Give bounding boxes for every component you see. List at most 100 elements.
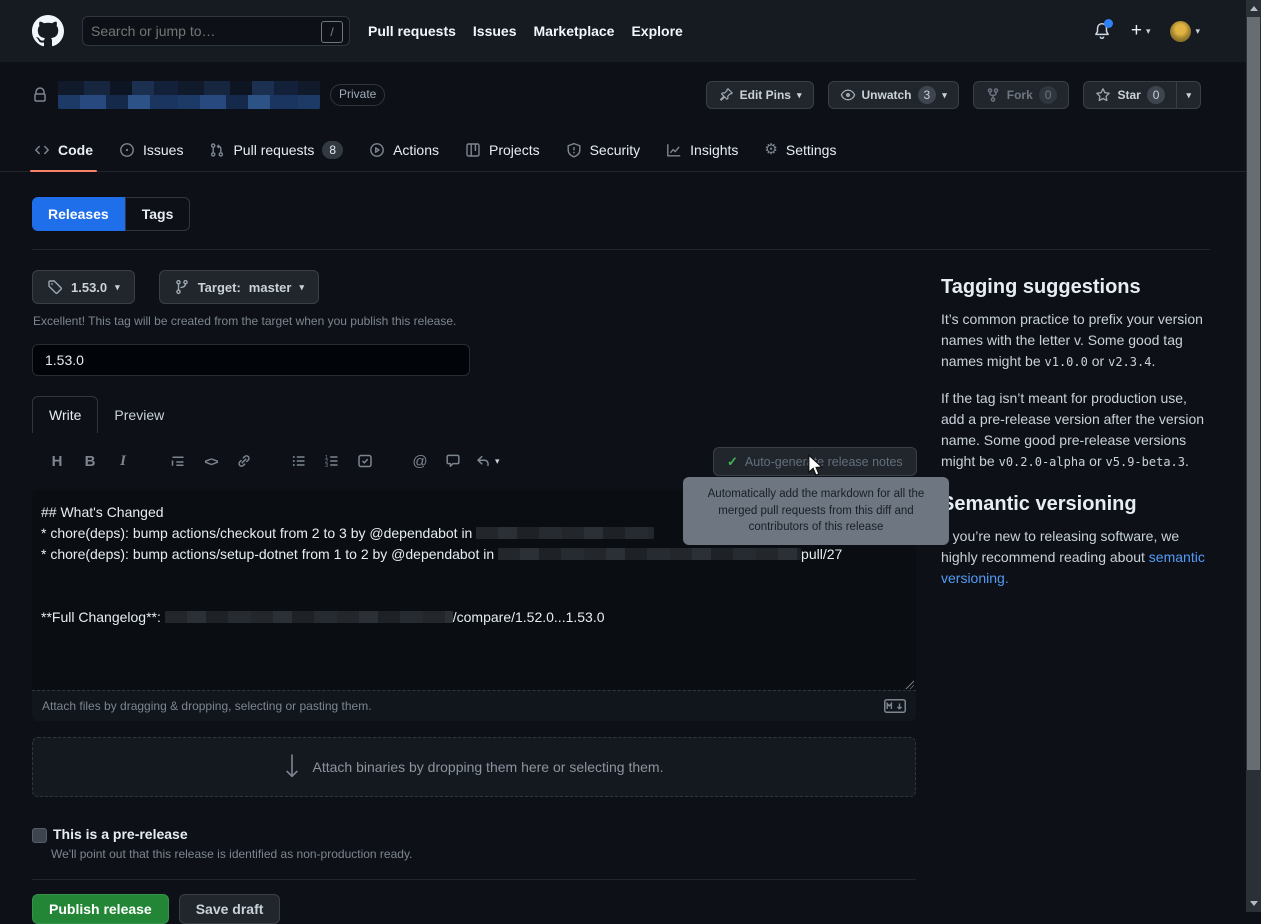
star-button[interactable]: Star 0 bbox=[1083, 81, 1177, 109]
chevron-down-icon: ▾ bbox=[115, 282, 120, 293]
scroll-up-arrow[interactable] bbox=[1246, 1, 1261, 16]
edit-pins-label: Edit Pins bbox=[740, 88, 791, 102]
tab-issues-label: Issues bbox=[143, 142, 183, 158]
notification-dot bbox=[1104, 19, 1113, 28]
pull-request-icon bbox=[209, 142, 225, 158]
code-markdown-icon[interactable]: <> bbox=[200, 449, 222, 473]
release-title-input[interactable] bbox=[32, 344, 470, 376]
tag-icon bbox=[47, 279, 63, 295]
attach-files-bar[interactable]: Attach files by dragging & dropping, sel… bbox=[32, 690, 916, 721]
star-count: 0 bbox=[1147, 86, 1166, 104]
user-menu[interactable]: ▾ bbox=[1170, 21, 1200, 42]
tab-projects[interactable]: Projects bbox=[455, 128, 550, 171]
tab-insights-label: Insights bbox=[690, 142, 738, 158]
svg-text:3: 3 bbox=[325, 463, 328, 469]
unwatch-label: Unwatch bbox=[862, 88, 912, 102]
semantic-versioning-title: Semantic versioning bbox=[941, 493, 1213, 516]
release-body-text: ## What's Changed bbox=[41, 504, 164, 520]
release-body-text: **Full Changelog**: bbox=[41, 609, 165, 625]
mention-icon[interactable]: @ bbox=[409, 449, 431, 473]
release-body-text: pull/27 bbox=[801, 546, 842, 562]
github-logo-icon[interactable] bbox=[32, 15, 64, 47]
chevron-down-icon: ▾ bbox=[1146, 26, 1151, 37]
notifications-bell-icon[interactable] bbox=[1093, 22, 1111, 40]
tab-insights[interactable]: Insights bbox=[656, 128, 748, 171]
projects-icon bbox=[465, 142, 481, 158]
quote-icon[interactable] bbox=[167, 449, 189, 473]
prerelease-label[interactable]: This is a pre-release bbox=[53, 826, 188, 842]
create-new-button[interactable]: + ▾ bbox=[1131, 23, 1151, 39]
italic-icon[interactable]: I bbox=[112, 449, 134, 473]
tab-security[interactable]: Security bbox=[556, 128, 651, 171]
release-body-line bbox=[41, 565, 906, 586]
tab-code[interactable]: Code bbox=[24, 128, 103, 171]
edit-pins-button[interactable]: Edit Pins ▾ bbox=[706, 81, 814, 109]
gear-icon: ⚙ bbox=[764, 142, 777, 157]
binaries-dropzone[interactable]: Attach binaries by dropping them here or… bbox=[32, 737, 916, 797]
tag-helper-text: Excellent! This tag will be created from… bbox=[33, 314, 456, 328]
choose-tag-dropdown[interactable]: 1.53.0 ▾ bbox=[32, 270, 135, 304]
auto-generate-notes-button[interactable]: ✓ Auto-generate release notes bbox=[713, 447, 917, 476]
chevron-down-icon: ▾ bbox=[1195, 26, 1200, 37]
unordered-list-icon[interactable] bbox=[288, 449, 310, 473]
fork-button[interactable]: Fork 0 bbox=[973, 81, 1070, 109]
prerelease-checkbox[interactable] bbox=[32, 828, 47, 843]
tag-version-label: 1.53.0 bbox=[71, 280, 107, 295]
scroll-down-arrow[interactable] bbox=[1246, 896, 1261, 911]
graph-icon bbox=[666, 142, 682, 158]
star-label: Star bbox=[1117, 88, 1140, 102]
censored-text bbox=[476, 527, 654, 539]
tab-preview[interactable]: Preview bbox=[98, 397, 180, 433]
tab-actions[interactable]: Actions bbox=[359, 128, 449, 171]
down-arrow-icon bbox=[285, 754, 299, 780]
scrollbar-thumb[interactable] bbox=[1247, 17, 1260, 770]
tab-write[interactable]: Write bbox=[32, 396, 98, 433]
save-draft-button[interactable]: Save draft bbox=[179, 894, 281, 924]
nav-marketplace[interactable]: Marketplace bbox=[534, 23, 615, 39]
search-input[interactable]: / bbox=[82, 16, 350, 46]
tagging-paragraph-2: If the tag isn’t meant for production us… bbox=[941, 388, 1213, 473]
markdown-icon bbox=[884, 699, 906, 713]
cross-reference-icon[interactable] bbox=[442, 449, 464, 473]
semver-paragraph: If you’re new to releasing software, we … bbox=[941, 526, 1213, 589]
tag-target-row: 1.53.0 ▾ Target: master ▾ bbox=[32, 270, 319, 304]
search-field[interactable] bbox=[83, 23, 319, 39]
reply-icon[interactable]: ▾ bbox=[475, 449, 500, 473]
header-right: + ▾ ▾ bbox=[1093, 21, 1200, 42]
ordered-list-icon[interactable]: 123 bbox=[321, 449, 343, 473]
tab-pull-requests[interactable]: Pull requests 8 bbox=[199, 128, 353, 171]
code-icon bbox=[34, 142, 50, 158]
heading-icon[interactable]: H bbox=[46, 449, 68, 473]
task-list-icon[interactable] bbox=[354, 449, 376, 473]
nav-issues[interactable]: Issues bbox=[473, 23, 517, 39]
bold-icon[interactable]: B bbox=[79, 449, 101, 473]
star-dropdown-button[interactable]: ▾ bbox=[1177, 81, 1201, 109]
tags-toggle-button[interactable]: Tags bbox=[125, 197, 191, 231]
choose-target-dropdown[interactable]: Target: master ▾ bbox=[159, 270, 319, 304]
chevron-down-icon: ▾ bbox=[797, 90, 802, 101]
release-body-text: /compare/1.52.0...1.53.0 bbox=[453, 609, 605, 625]
header-nav: Pull requests Issues Marketplace Explore bbox=[368, 23, 683, 39]
visibility-badge: Private bbox=[330, 84, 385, 106]
tagging-suggestions-title: Tagging suggestions bbox=[941, 276, 1213, 299]
tab-settings-label: Settings bbox=[786, 142, 837, 158]
censored-repo-name[interactable] bbox=[58, 81, 320, 109]
tab-code-label: Code bbox=[58, 142, 93, 158]
nav-pull-requests[interactable]: Pull requests bbox=[368, 23, 456, 39]
tab-settings[interactable]: ⚙ Settings bbox=[754, 128, 846, 171]
page-scrollbar[interactable] bbox=[1246, 0, 1261, 912]
markdown-toolbar: H B I <> 123 @ ▾ bbox=[32, 441, 692, 481]
repo-header: Private Edit Pins ▾ Unwatch 3 ▾ Fork 0 S… bbox=[32, 78, 1201, 112]
releases-toggle-button[interactable]: Releases bbox=[32, 197, 125, 231]
form-divider bbox=[32, 879, 916, 880]
publish-release-button[interactable]: Publish release bbox=[32, 894, 169, 924]
nav-explore[interactable]: Explore bbox=[631, 23, 682, 39]
chevron-down-icon: ▾ bbox=[942, 90, 947, 101]
unwatch-button[interactable]: Unwatch 3 ▾ bbox=[828, 81, 959, 109]
release-body-line: **Full Changelog**: /compare/1.52.0...1.… bbox=[41, 607, 906, 628]
tagging-paragraph-1: It’s common practice to prefix your vers… bbox=[941, 309, 1213, 373]
release-body-line: * chore(deps): bump actions/setup-dotnet… bbox=[41, 544, 906, 565]
top-nav: / Pull requests Issues Marketplace Explo… bbox=[0, 0, 1246, 62]
tab-issues[interactable]: Issues bbox=[109, 128, 193, 171]
link-icon[interactable] bbox=[233, 449, 255, 473]
